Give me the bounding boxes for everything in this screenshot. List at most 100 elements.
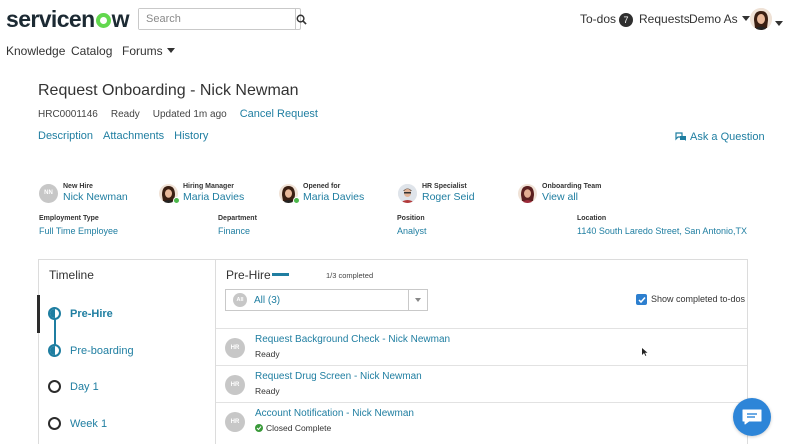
- opened-for-avatar: [279, 183, 300, 204]
- chevron-down-icon: [166, 48, 175, 53]
- todo-status-text: Ready: [255, 386, 280, 396]
- tab-attachments[interactable]: Attachments: [103, 130, 164, 142]
- show-completed-label[interactable]: Show completed to-dos: [651, 294, 745, 304]
- empty-circle-icon: [48, 380, 61, 393]
- timeline-item-week-1[interactable]: Week 1: [48, 417, 107, 430]
- online-status-icon: [293, 196, 300, 204]
- todo-avatar: HR: [225, 338, 245, 358]
- assignee-filter-select[interactable]: All All (3): [225, 289, 428, 311]
- completed-count: 1/3 completed: [326, 271, 374, 280]
- nav-forums-label: Forums: [122, 44, 163, 58]
- todo-item[interactable]: HR Request Background Check - Nick Newma…: [216, 328, 747, 365]
- requests-link[interactable]: Requests: [639, 12, 690, 26]
- position-value[interactable]: Analyst: [397, 224, 427, 238]
- user-avatar[interactable]: [750, 8, 772, 30]
- position-field: Position Analyst: [397, 214, 427, 238]
- onboarding-team: Onboarding Team View all: [518, 180, 601, 206]
- todos-label: To-dos: [580, 12, 617, 26]
- timeline-item-label: Week 1: [70, 417, 108, 430]
- nav-knowledge[interactable]: Knowledge: [6, 44, 65, 58]
- timeline-item-label: Day 1: [70, 380, 99, 393]
- todo-title[interactable]: Account Notification - Nick Newman: [255, 408, 414, 419]
- location-label: Location: [577, 215, 607, 222]
- new-hire-link[interactable]: Nick Newman: [63, 191, 128, 204]
- check-circle-icon: [255, 424, 263, 432]
- new-hire-avatar: NN: [39, 183, 58, 203]
- opened-for-link[interactable]: Maria Davies: [303, 191, 364, 204]
- chat-button[interactable]: [733, 398, 771, 436]
- online-status-icon: [173, 196, 180, 204]
- cancel-request-link[interactable]: Cancel Request: [240, 108, 318, 120]
- filter-avatar: All: [233, 293, 247, 307]
- filter-label: All (3): [254, 294, 281, 306]
- request-number: HRC0001146: [38, 108, 98, 120]
- onboarding-team-view-all-link[interactable]: View all: [542, 191, 601, 204]
- hiring-manager-link[interactable]: Maria Davies: [183, 191, 244, 204]
- todos-count-badge: 7: [619, 13, 634, 27]
- todo-status-text: Closed Complete: [266, 423, 332, 433]
- employment-type-label: Employment Type: [39, 215, 99, 222]
- department-field: Department Finance: [218, 214, 257, 238]
- request-state: Ready: [110, 108, 140, 120]
- search-button[interactable]: [295, 9, 307, 29]
- todo-title[interactable]: Request Drug Screen - Nick Newman: [255, 371, 422, 382]
- timeline-item-day-1[interactable]: Day 1: [48, 380, 99, 393]
- employment-type-value[interactable]: Full Time Employee: [39, 224, 118, 238]
- new-hire: NN New Hire Nick Newman: [39, 180, 128, 206]
- ask-question-link[interactable]: Ask a Question: [675, 131, 765, 143]
- location-value[interactable]: 1140 South Laredo Street, San Antonio,TX: [577, 224, 747, 238]
- department-value[interactable]: Finance: [218, 224, 257, 238]
- timeline-item-label: Pre-boarding: [70, 344, 134, 357]
- checkmark-icon: [637, 296, 646, 303]
- servicenow-logo[interactable]: servicen w: [6, 6, 129, 33]
- todo-title[interactable]: Request Background Check - Nick Newman: [255, 334, 450, 345]
- hiring-manager-label: Hiring Manager: [183, 183, 234, 190]
- new-hire-label: New Hire: [63, 183, 93, 190]
- hr-specialist-avatar: [398, 183, 417, 203]
- location-field: Location 1140 South Laredo Street, San A…: [577, 214, 747, 238]
- todo-status: Ready: [255, 386, 280, 396]
- hr-specialist: HR Specialist Roger Seid: [398, 180, 475, 206]
- timeline-active-indicator: [37, 295, 40, 333]
- search-input[interactable]: [139, 9, 295, 29]
- timeline-title: Timeline: [49, 268, 94, 282]
- user-menu-label: Demo As: [689, 12, 738, 26]
- todo-item[interactable]: HR Account Notification - Nick Newman Cl…: [216, 402, 747, 439]
- todo-item[interactable]: HR Request Drug Screen - Nick Newman Rea…: [216, 365, 747, 402]
- nav-catalog[interactable]: Catalog: [71, 44, 112, 58]
- half-circle-icon: [48, 307, 61, 320]
- chevron-down-icon[interactable]: [408, 290, 427, 310]
- department-label: Department: [218, 215, 257, 222]
- user-menu[interactable]: Demo As: [689, 12, 750, 26]
- request-meta: HRC0001146 Ready Updated 1m ago Cancel R…: [38, 108, 318, 120]
- hr-specialist-link[interactable]: Roger Seid: [422, 191, 475, 204]
- request-tabs: Description Attachments History: [38, 130, 208, 142]
- logo-o-icon: [95, 13, 111, 28]
- timeline-item-pre-hire[interactable]: Pre-Hire: [48, 307, 113, 320]
- chat-bubbles-icon: [675, 132, 686, 141]
- onboarding-team-avatar: [518, 183, 537, 203]
- opened-for: Opened for Maria Davies: [279, 180, 364, 206]
- hiring-manager: Hiring Manager Maria Davies: [159, 180, 244, 206]
- todo-avatar: HR: [225, 412, 245, 432]
- tab-description[interactable]: Description: [38, 130, 93, 142]
- timeline-item-pre-boarding[interactable]: Pre-boarding: [48, 344, 134, 357]
- user-avatar-chevron-icon[interactable]: [775, 17, 783, 31]
- prehire-title: Pre-Hire: [226, 268, 271, 282]
- ask-question-label: Ask a Question: [690, 131, 765, 143]
- employment-type-field: Employment Type Full Time Employee: [39, 214, 118, 238]
- chevron-down-icon: [741, 16, 750, 21]
- chat-bubble-icon: [742, 409, 762, 425]
- opened-for-label: Opened for: [303, 183, 341, 190]
- todos-link[interactable]: To-dos 7: [580, 12, 634, 27]
- request-updated: Updated 1m ago: [152, 108, 227, 120]
- nav-forums[interactable]: Forums: [122, 44, 175, 58]
- position-label: Position: [397, 215, 425, 222]
- todo-status-text: Ready: [255, 349, 280, 359]
- hr-specialist-label: HR Specialist: [422, 183, 467, 190]
- todo-status: Closed Complete: [255, 423, 331, 433]
- hiring-manager-avatar: [159, 183, 180, 204]
- show-completed-checkbox[interactable]: [636, 294, 647, 305]
- tab-history[interactable]: History: [174, 130, 208, 142]
- user-portrait-icon: [750, 8, 772, 30]
